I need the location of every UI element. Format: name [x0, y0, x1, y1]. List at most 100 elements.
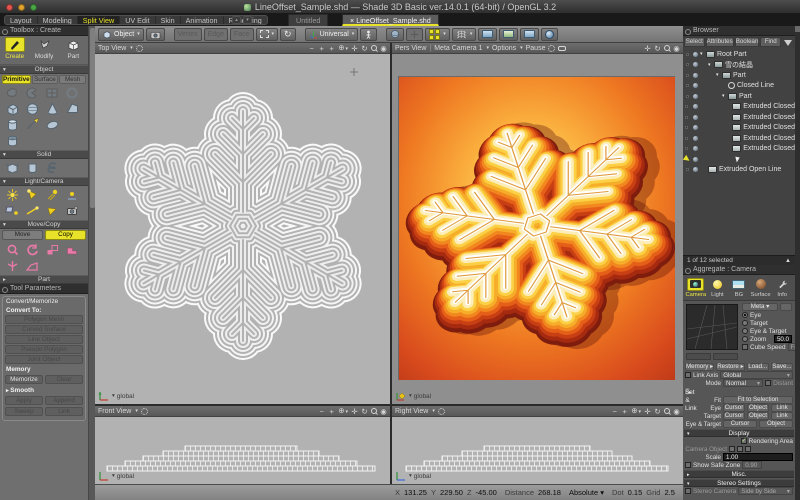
show-safe-zone-checkbox[interactable] [685, 462, 691, 468]
meta-extra-button[interactable] [780, 303, 792, 311]
right-view-canvas[interactable]: ▾global [392, 417, 683, 484]
zoom-in-icon[interactable]: + [328, 407, 335, 416]
zoom-out-icon[interactable]: − [318, 407, 325, 416]
openbox-tool-icon[interactable] [2, 160, 22, 176]
line-light-icon[interactable] [22, 203, 42, 219]
safe-zone-field[interactable]: 0.90 [742, 461, 762, 469]
camera-object-checkbox-3[interactable] [745, 446, 751, 452]
ambient-light-icon[interactable] [62, 187, 82, 203]
eye-object-button[interactable]: Object [747, 404, 769, 412]
sphere-tool-icon[interactable] [22, 101, 42, 117]
trackball-button[interactable] [386, 28, 404, 41]
eye-cursor-button[interactable]: Cursor [723, 404, 745, 412]
misc-header[interactable]: ▸Misc. [684, 470, 794, 478]
convert-joint-object-button[interactable]: Joint Object [5, 355, 83, 364]
pers-view-axis-label[interactable]: ▾global [395, 390, 431, 402]
section-light-camera[interactable]: ▾Light/Camera [0, 177, 88, 186]
gear-icon[interactable] [548, 45, 555, 52]
smooth-link-button[interactable]: Link [45, 407, 83, 416]
convert-polygon-mesh-button[interactable]: Polygon Mesh [5, 315, 83, 324]
fit-to-selection-button[interactable]: Fit to Selection [723, 396, 793, 404]
section-move-copy[interactable]: ▾Move/Copy [0, 220, 88, 229]
section-part[interactable]: ▸Part [0, 275, 88, 284]
doc-tab-active[interactable]: ×LineOffset_Sample.shd [342, 14, 439, 26]
doc-tab-untitled[interactable]: Untitled [288, 14, 328, 26]
copy-button[interactable]: Copy [45, 230, 86, 240]
point-light-icon[interactable] [2, 187, 22, 203]
stereo-settings-header[interactable]: ▾Stereo Settings [684, 479, 794, 487]
tab-mesh[interactable]: Mesh [59, 75, 86, 84]
spot2-light-icon[interactable] [42, 203, 62, 219]
pan-tool-icon[interactable]: ✛ [351, 44, 358, 53]
cylinder-tool-icon[interactable] [2, 117, 22, 133]
pan-tool-icon[interactable]: ✛ [644, 44, 651, 53]
create-mode-button[interactable]: Create [0, 37, 29, 64]
zoom-out-icon[interactable]: − [611, 407, 618, 416]
section-solid[interactable]: ▾Solid [0, 150, 88, 159]
disc-tool-icon[interactable] [42, 117, 62, 133]
tab-uv-edit[interactable]: UV Edit [120, 16, 155, 24]
close-tab-icon[interactable]: × [350, 16, 354, 25]
section-object[interactable]: ▾Object [0, 65, 88, 74]
magnifier-icon[interactable] [664, 408, 670, 414]
camera-preview-button-2[interactable] [713, 353, 738, 360]
memorize-button[interactable]: Memorize [5, 375, 43, 384]
top-view-canvas[interactable]: ▾global [95, 54, 390, 404]
options-dropdown[interactable]: Options [492, 45, 516, 52]
rendering-area[interactable] [398, 76, 675, 380]
meta-dropdown[interactable]: Meta ▾ [742, 303, 778, 311]
zoom-in-icon[interactable]: + [621, 407, 628, 416]
filter-icon[interactable] [784, 40, 792, 46]
wedge-tool-icon[interactable] [62, 101, 82, 117]
target-link-button[interactable]: Link [771, 412, 793, 420]
pan-mode-button[interactable] [406, 28, 423, 41]
tool-parameters-header[interactable]: Tool Parameters [0, 284, 88, 294]
tube-tool-icon[interactable] [2, 133, 22, 149]
load-button[interactable]: Load... [747, 363, 769, 371]
tab-surface[interactable]: Surface [32, 75, 59, 84]
area-light-icon[interactable] [2, 203, 22, 219]
quad-view-button[interactable]: ▾ [425, 28, 450, 41]
distant-light-icon[interactable] [42, 187, 62, 203]
pers-view-canvas[interactable]: ▾global [392, 54, 683, 404]
toolbox-scrollbar[interactable] [88, 26, 95, 500]
grid-face-tool-icon[interactable] [42, 85, 62, 101]
front-view-canvas[interactable]: ▾global [95, 417, 390, 484]
zoom-out-icon[interactable]: − [308, 44, 315, 53]
tree-row[interactable]: ▾Part [683, 70, 795, 81]
camera-object-checkbox-2[interactable] [737, 446, 743, 452]
magnifier-icon[interactable] [664, 45, 670, 51]
magnifier-icon[interactable] [371, 45, 377, 51]
radio-target-row[interactable]: Target [741, 319, 793, 327]
tab-skin[interactable]: Skin [156, 16, 181, 24]
zoom-window-button[interactable] [30, 4, 37, 11]
cup-tool-icon[interactable] [22, 160, 42, 176]
tab-primitive[interactable]: Primitive [2, 75, 31, 84]
panel-collapse-handle[interactable] [795, 26, 800, 32]
face-mode-button[interactable]: Face [230, 28, 254, 41]
link-axis-dropdown[interactable]: Global▾ [720, 371, 793, 379]
top-view-axis-label[interactable]: ▾global [98, 390, 134, 402]
aggregate-tab-surface[interactable]: Surface [750, 278, 771, 298]
coord-mode-dropdown[interactable]: Absolute ▾ [569, 488, 604, 497]
aggregate-tab-light[interactable]: Light [707, 278, 728, 298]
cone-tool-icon[interactable] [42, 101, 62, 117]
smooth-apply-button[interactable]: Apply [5, 396, 43, 405]
tree-row[interactable]: Extruded Open Line [683, 165, 795, 176]
eye-target-object-button[interactable]: Object [759, 420, 793, 428]
rotate-tool-icon[interactable]: ↻ [361, 44, 368, 53]
camera-preview[interactable] [686, 304, 738, 350]
cube-speed-row[interactable]: Cube SpeedFit [741, 343, 793, 351]
convert-line-object-button[interactable]: Line Object [5, 335, 83, 344]
target-object-button[interactable]: Object [747, 412, 769, 420]
tree-row[interactable]: ▾Part [683, 91, 795, 102]
magnifier-icon[interactable] [371, 408, 377, 414]
tree-row[interactable]: ▾Root Part [683, 49, 795, 60]
close-window-button[interactable] [6, 4, 13, 11]
tree-row[interactable]: Extruded Closed [683, 112, 795, 123]
camera-tool-icon[interactable] [62, 203, 82, 219]
eye-link-button[interactable]: Link [771, 404, 793, 412]
convert-curved-surface-button[interactable]: Curved Surface [5, 325, 83, 334]
display-header[interactable]: ▾Display [684, 429, 794, 437]
stretch-tool-icon[interactable] [62, 242, 82, 258]
